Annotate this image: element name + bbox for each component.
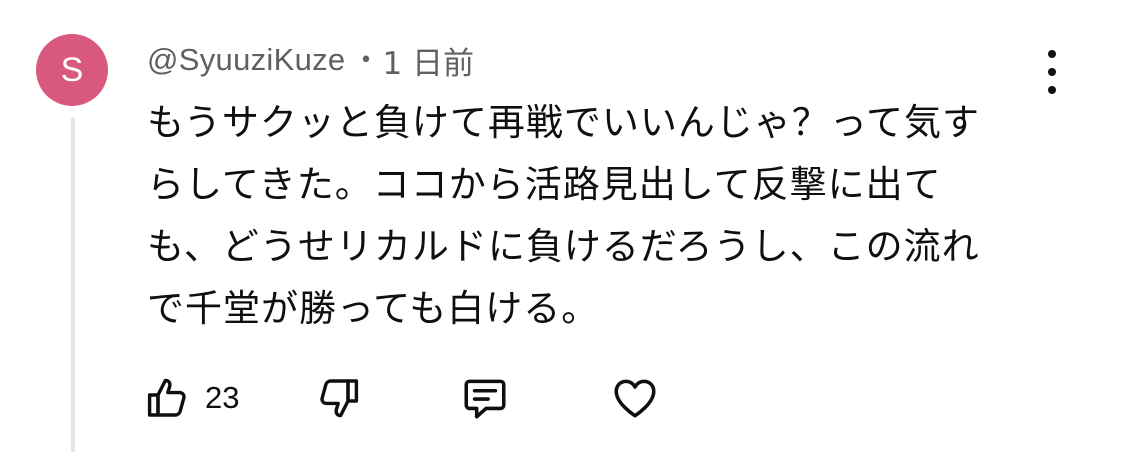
dislike-button[interactable]: [315, 370, 363, 426]
thumbs-up-icon: [143, 373, 191, 423]
heart-icon: [609, 373, 661, 423]
comment-actions: 23: [143, 370, 703, 426]
more-options-button[interactable]: [1032, 50, 1072, 94]
thumbs-down-icon: [315, 373, 363, 423]
comment-line: らしてきた。ココから活路見出して反撃に出て: [147, 163, 942, 206]
separator-dot: •: [359, 47, 373, 73]
like-count: 23: [205, 380, 240, 415]
avatar-initial: S: [60, 50, 84, 89]
comment-line: も、どうせリカルドに負けるだろうし、この流れ: [147, 225, 980, 268]
comment-text: もうサクッと負けて再戦でいいんじゃ？って気す らしてきた。ココから活路見出して反…: [147, 92, 1027, 340]
reply-comment-icon: [459, 373, 511, 423]
like-button[interactable]: 23: [143, 370, 239, 426]
comment-line: もうサクッと負けて再戦でいいんじゃ？って気す: [147, 101, 981, 144]
more-vertical-icon: [1048, 50, 1056, 58]
comment-line: で千堂が勝っても白ける。: [147, 287, 600, 330]
author-handle[interactable]: @SyuuziKuze: [147, 42, 345, 78]
avatar[interactable]: S: [36, 34, 108, 106]
timestamp: 1 日前: [382, 45, 475, 82]
reply-button[interactable]: [459, 370, 511, 426]
thread-line: [71, 118, 75, 452]
heart-button[interactable]: [609, 370, 661, 426]
comment-header: @SyuuziKuze • 1 日前: [147, 40, 475, 82]
